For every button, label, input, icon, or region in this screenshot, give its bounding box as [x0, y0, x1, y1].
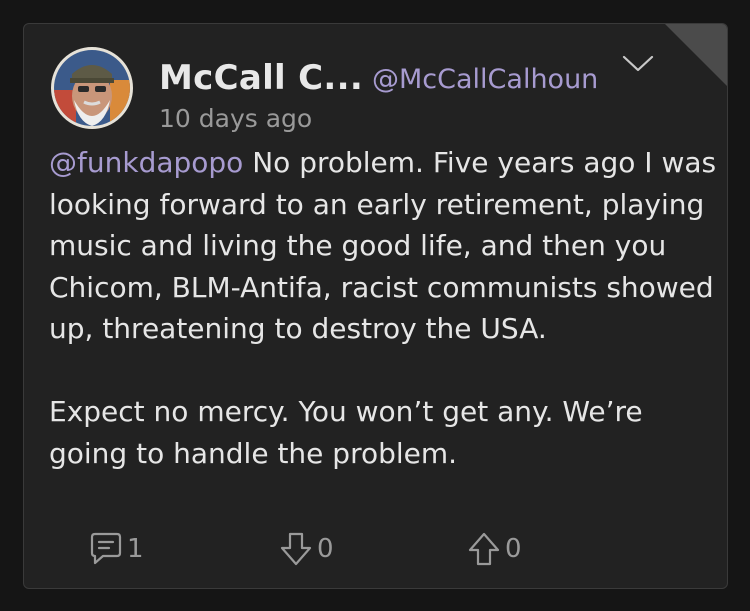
- upvote-icon: [468, 532, 500, 566]
- corner-fold: [665, 24, 727, 86]
- author-display-name[interactable]: McCall C...: [159, 58, 363, 98]
- user-avatar-icon: [54, 50, 130, 126]
- mention-link[interactable]: @funkdapopo: [49, 146, 243, 179]
- downvote-icon: [280, 532, 312, 566]
- post-timestamp: 10 days ago: [159, 104, 313, 133]
- comment-icon: [90, 532, 122, 565]
- post-menu-button[interactable]: [622, 54, 654, 74]
- author-handle[interactable]: @McCallCalhoun: [372, 64, 598, 95]
- downvote-button[interactable]: 0: [279, 529, 334, 569]
- post-paragraph-2: Expect no mercy. You won’t get any. We’r…: [49, 395, 643, 470]
- downvote-count: 0: [317, 534, 334, 564]
- upvote-button[interactable]: 0: [467, 529, 522, 569]
- post-body: @funkdapopo No problem. Five years ago I…: [49, 142, 724, 474]
- comment-button[interactable]: 1: [89, 529, 144, 569]
- upvote-count: 0: [505, 534, 522, 564]
- post-card: McCall C... @McCallCalhoun 10 days ago @…: [23, 23, 728, 589]
- post-paragraph-1: @funkdapopo No problem. Five years ago I…: [49, 142, 724, 350]
- post-actions: 1 0 0: [24, 529, 727, 569]
- comment-count: 1: [127, 534, 144, 564]
- avatar[interactable]: [51, 47, 133, 129]
- chevron-down-icon: [622, 55, 654, 72]
